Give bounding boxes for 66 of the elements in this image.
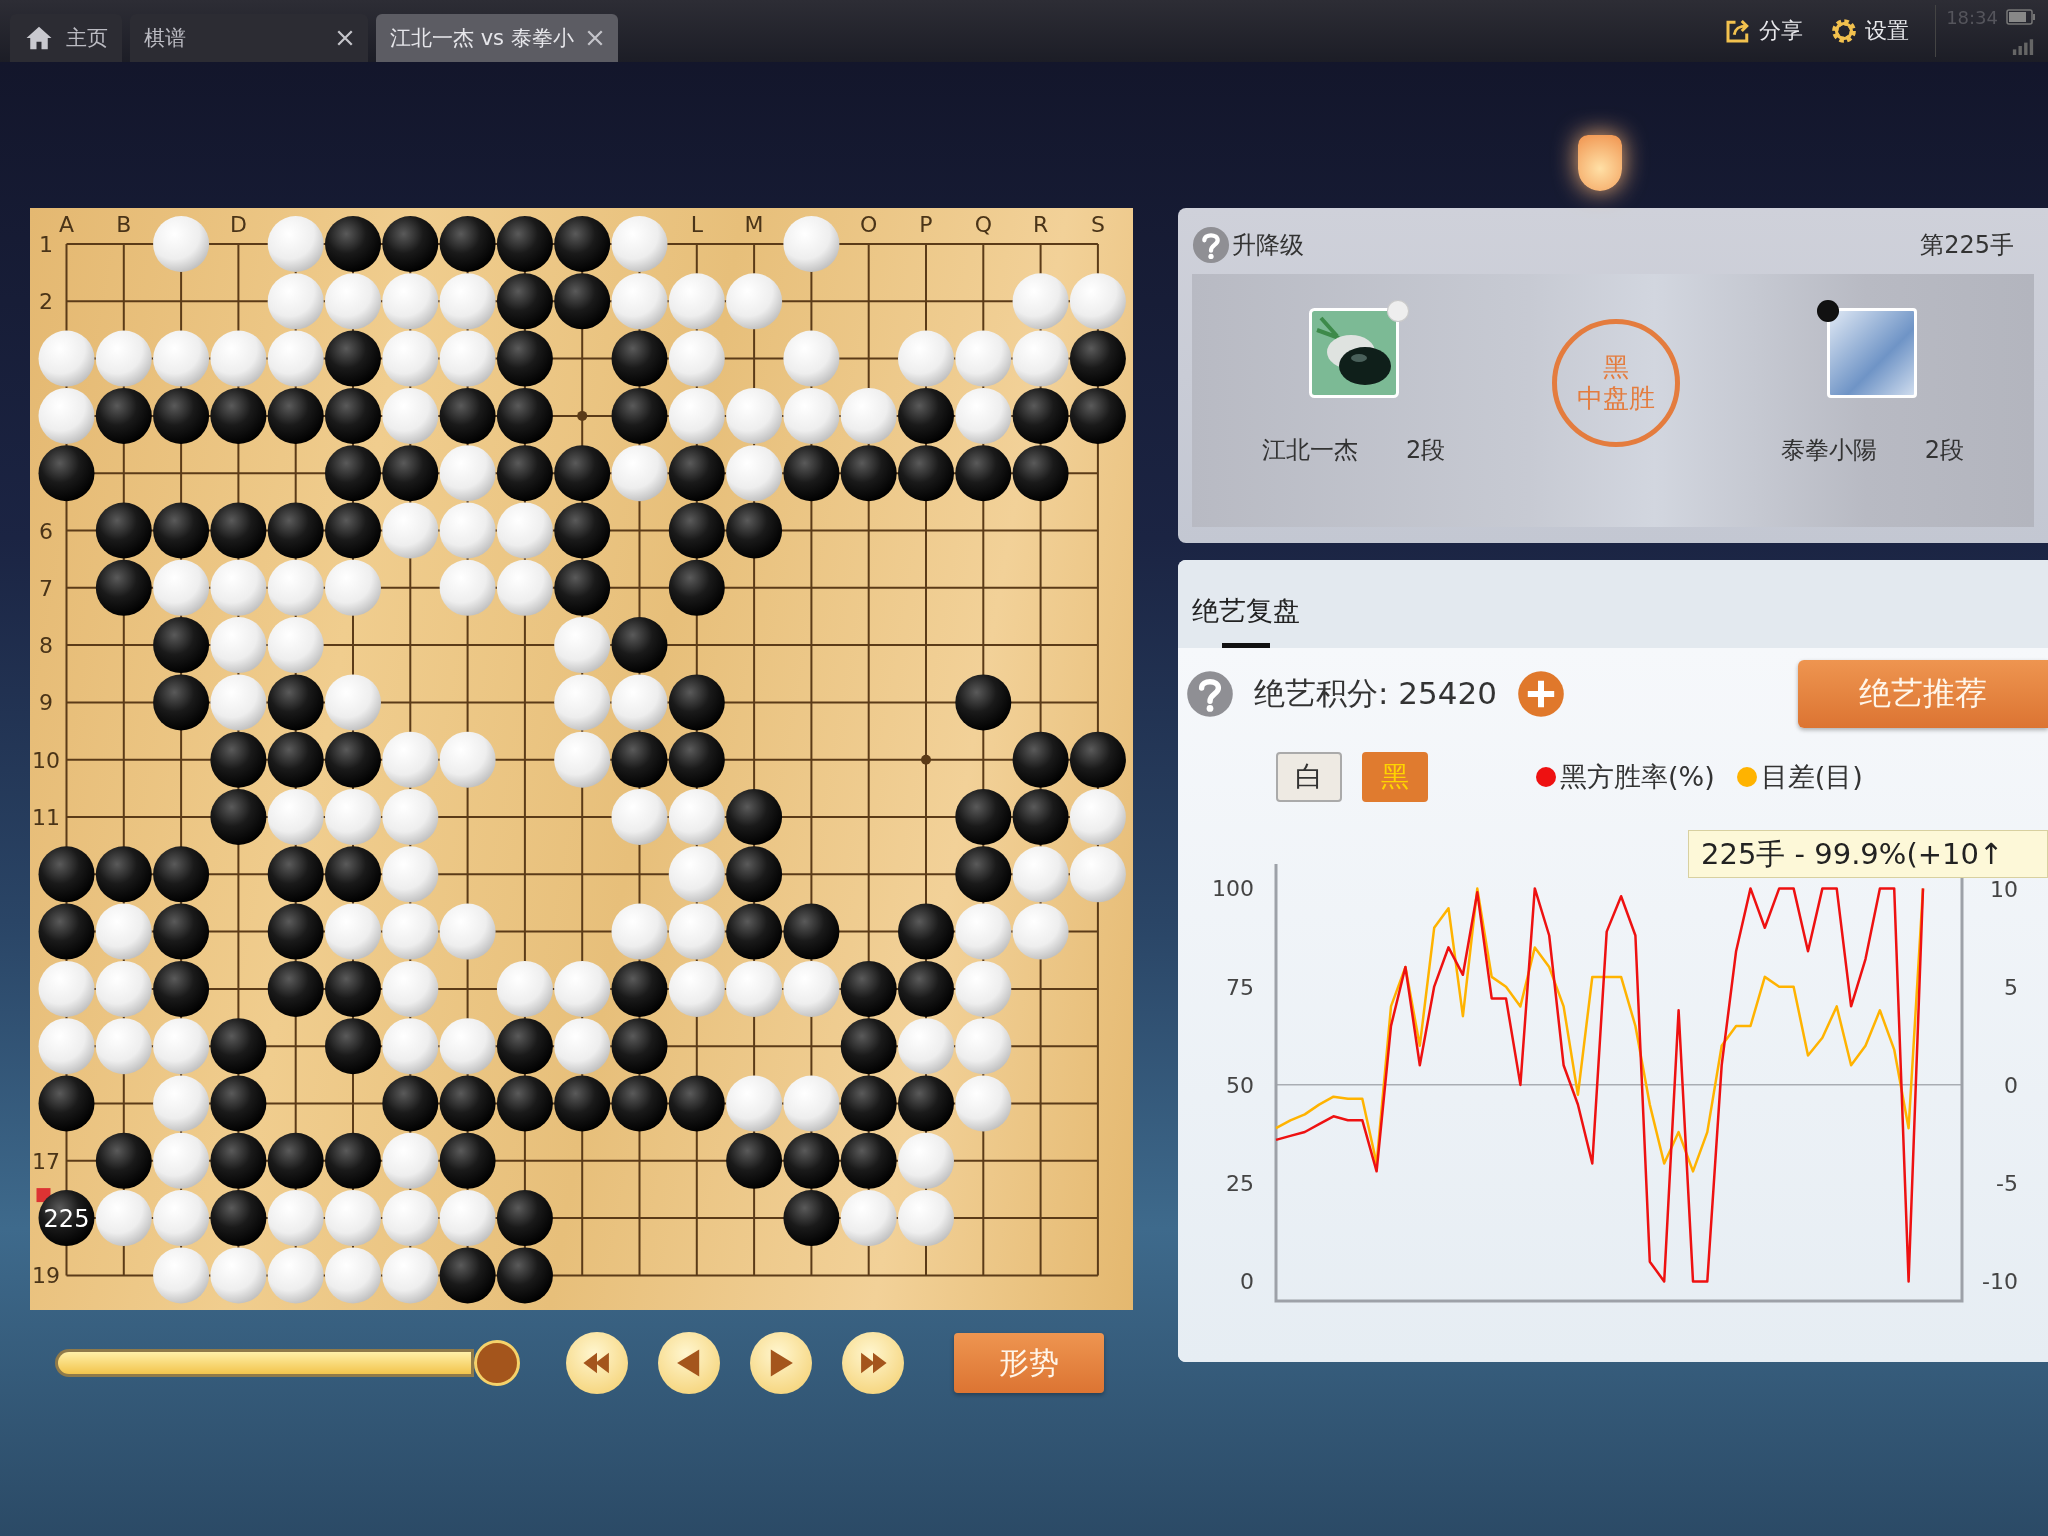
axis-tick-label: 10 [1990, 876, 2018, 902]
star-point [577, 410, 588, 421]
settings-button[interactable]: 设置 [1829, 16, 1910, 46]
toolbar-label: 设置 [1865, 17, 1910, 45]
signal-icon [2010, 37, 2036, 55]
coordinate-label: D [229, 212, 247, 237]
coordinate-label: 7 [39, 575, 53, 601]
tab-label: 主页 [66, 25, 108, 52]
lantern-drawing [1578, 135, 1622, 191]
close-icon[interactable] [585, 29, 604, 47]
coordinate-label: B [116, 212, 132, 237]
add-button[interactable] [1516, 670, 1565, 718]
tab[interactable]: 棋谱 [130, 14, 368, 62]
toolbar-label: 分享 [1759, 17, 1804, 45]
star-point [921, 754, 931, 765]
tab[interactable]: 主页 [10, 14, 122, 62]
tab[interactable]: 江北一杰 vs 泰拳小 [376, 14, 618, 62]
coordinate-label: Q [974, 212, 992, 237]
tab[interactable]: 绝艺复盘 [1192, 593, 1300, 648]
axis-tick-label: 50 [1226, 1072, 1254, 1098]
axis-tick-label: 75 [1226, 974, 1254, 1000]
coordinate-label: 6 [39, 518, 53, 544]
player-name: 江北一杰 [1262, 435, 1358, 466]
help-icon[interactable] [1192, 226, 1230, 264]
coordinate-label: 10 [32, 747, 60, 773]
panel-title: 升降级 [1232, 230, 1304, 261]
coordinate-label: 11 [32, 805, 60, 830]
move-number: 225 [43, 1205, 90, 1234]
coordinate-label: 19 [32, 1263, 60, 1289]
axis-tick-label: -5 [1996, 1171, 2018, 1197]
axis-tick-label: -10 [1982, 1269, 2018, 1295]
coordinate-label: 2 [39, 289, 53, 315]
coordinate-label: 1 [39, 232, 53, 257]
coordinate-label: L [690, 212, 703, 237]
axis-tick-label: 5 [2004, 974, 2018, 1000]
legend-label: 目差(目) [1760, 760, 1863, 794]
coordinate-label: A [58, 212, 75, 237]
axis-tick-label: 100 [1212, 876, 1254, 902]
tooltip: 225手 - 99.9%(+10↑ [1688, 830, 2048, 878]
axis-tick-label: 0 [2004, 1072, 2018, 1098]
close-icon[interactable] [336, 29, 354, 47]
tab-label: 棋谱 [144, 25, 186, 52]
coordinate-label: O [860, 212, 878, 237]
axis-tick-label: 0 [1240, 1269, 1254, 1295]
go-board[interactable]: A B D L M O P Q R S 1 2 6 7 8 9 10 11 17 19 225 [30, 208, 1133, 1310]
help-icon[interactable] [1186, 670, 1234, 718]
coordinate-label: 17 [32, 1148, 60, 1174]
battery-icon [2006, 9, 2036, 25]
result-stamp: 黑 中盘胜 [1552, 319, 1680, 447]
slider-thumb[interactable] [474, 1340, 520, 1386]
tab-label: 江北一杰 vs 泰拳小 [390, 25, 574, 52]
move-count: 第225手 [1920, 230, 2014, 261]
coordinate-label: M [744, 212, 764, 237]
coordinate-label: 9 [39, 690, 53, 716]
coordinate-label: R [1032, 212, 1049, 237]
player-name: 泰拳小陽 [1780, 435, 1877, 466]
coordinate-label: 8 [39, 633, 53, 659]
coordinate-label: P [919, 212, 933, 237]
axis-tick-label: 25 [1226, 1171, 1254, 1197]
share-button[interactable]: 分享 [1723, 16, 1804, 46]
side-toggle[interactable]: 白 [1276, 752, 1342, 802]
player-rank: 2段 [1406, 435, 1446, 466]
points-label: 绝艺积分: 25420 [1254, 674, 1497, 713]
coordinate-label: S [1090, 212, 1105, 237]
player-rank: 2段 [1924, 435, 1964, 466]
legend-label: 黑方胜率(%) [1560, 760, 1715, 794]
